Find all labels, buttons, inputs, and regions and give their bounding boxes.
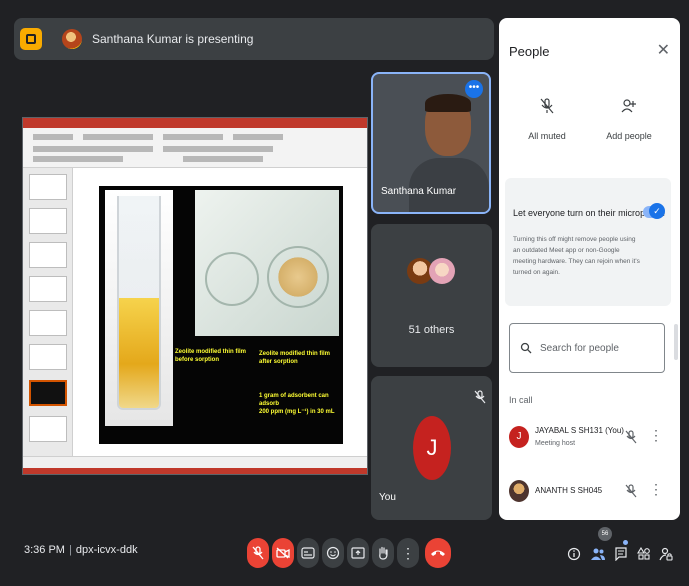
leave-call-button[interactable] bbox=[425, 538, 451, 568]
chat-unread-dot bbox=[623, 540, 628, 545]
more-options-icon[interactable]: ⋮ bbox=[649, 428, 663, 442]
slide-thumbnails bbox=[23, 168, 73, 458]
meeting-details-button[interactable] bbox=[566, 544, 582, 564]
caption-note: 1 gram of adsorbent can adsorb 200 ppm (… bbox=[259, 393, 335, 415]
present-screen-icon bbox=[351, 547, 365, 559]
participant-tile-santhana[interactable]: ••• Santhana Kumar bbox=[371, 72, 491, 214]
panel-title: People bbox=[509, 44, 550, 59]
search-placeholder: Search for people bbox=[540, 342, 619, 354]
info-icon bbox=[567, 547, 581, 561]
mic-off-icon bbox=[474, 390, 486, 404]
present-screen-button[interactable] bbox=[347, 538, 369, 568]
chat-button[interactable] bbox=[613, 544, 629, 564]
petri-dish-photo bbox=[195, 190, 339, 336]
mute-all-button[interactable]: All muted bbox=[517, 98, 577, 141]
mic-off-icon[interactable] bbox=[625, 484, 637, 498]
mic-permission-setting: Let everyone turn on their microphone ✓ … bbox=[505, 178, 671, 306]
panel-scrollbar[interactable] bbox=[674, 324, 678, 360]
more-vert-icon: ⋮ bbox=[401, 544, 415, 561]
presenting-banner: Santhana Kumar is presenting bbox=[14, 18, 494, 60]
people-button[interactable] bbox=[590, 544, 606, 564]
others-count-label: 51 others bbox=[408, 324, 455, 336]
mic-off-icon bbox=[252, 546, 264, 560]
camera-toggle-button[interactable] bbox=[272, 538, 294, 568]
mic-permission-toggle[interactable]: ✓ bbox=[643, 203, 665, 219]
camera-off-icon bbox=[276, 547, 290, 559]
end-call-icon bbox=[431, 550, 445, 556]
search-icon bbox=[520, 342, 532, 354]
in-call-heading: In call bbox=[509, 395, 533, 405]
participant-name: ANANTH S SH045 bbox=[535, 486, 603, 495]
emoji-icon bbox=[326, 546, 340, 560]
presenter-avatar bbox=[62, 29, 82, 49]
captions-button[interactable] bbox=[297, 538, 319, 568]
host-controls-button[interactable] bbox=[658, 544, 674, 564]
people-icon bbox=[591, 548, 605, 560]
caption-after: Zeolite modified thin film after sorptio… bbox=[259, 351, 330, 365]
mic-off-icon bbox=[540, 98, 554, 114]
activities-button[interactable] bbox=[636, 544, 652, 564]
avatar: J bbox=[509, 426, 529, 448]
reactions-button[interactable] bbox=[322, 538, 344, 568]
check-icon: ✓ bbox=[649, 203, 665, 219]
participant-row[interactable]: ANANTH S SH045 ⋮ bbox=[509, 476, 673, 510]
self-avatar: J bbox=[413, 416, 451, 480]
captions-icon bbox=[301, 547, 315, 559]
chat-icon bbox=[615, 547, 627, 561]
all-muted-label: All muted bbox=[528, 131, 566, 141]
participant-name: JAYABAL S SH131 (You) bbox=[535, 426, 624, 435]
self-label: You bbox=[379, 492, 396, 503]
self-tile[interactable]: J You bbox=[371, 376, 492, 520]
participant-count-badge: 56 bbox=[598, 527, 612, 541]
meeting-code[interactable]: dpx-icvx-ddk bbox=[76, 544, 138, 556]
shapes-icon bbox=[637, 547, 650, 560]
meet-window: Santhana Kumar is presenting Zeolite mod… bbox=[4, 4, 685, 582]
others-tile[interactable]: 51 others bbox=[371, 224, 492, 367]
mic-toggle-button[interactable] bbox=[247, 538, 269, 568]
beaker-photo bbox=[105, 190, 173, 426]
participant-role: Meeting host bbox=[535, 440, 576, 447]
separator: | bbox=[68, 544, 72, 556]
raise-hand-button[interactable] bbox=[372, 538, 394, 568]
hand-icon bbox=[379, 546, 388, 560]
present-icon[interactable] bbox=[20, 28, 42, 50]
people-panel: People ✕ All muted Add people Let everyo… bbox=[499, 18, 680, 520]
mic-setting-description: Turning this off might remove people usi… bbox=[513, 236, 640, 276]
avatar bbox=[509, 480, 529, 502]
more-options-button[interactable]: ⋮ bbox=[397, 538, 419, 568]
shared-screen: Zeolite modified thin film before sorpti… bbox=[22, 117, 368, 475]
presenting-text: Santhana Kumar is presenting bbox=[92, 32, 254, 46]
caption-before: Zeolite modified thin film before sorpti… bbox=[175, 349, 246, 363]
close-icon[interactable]: ✕ bbox=[657, 40, 670, 60]
meeting-info: 3:36 PM | dpx-icvx-ddk bbox=[24, 544, 138, 556]
more-options-icon[interactable]: ••• bbox=[465, 80, 483, 98]
more-options-icon[interactable]: ⋮ bbox=[649, 482, 663, 496]
lock-person-icon bbox=[659, 547, 673, 561]
add-people-button[interactable]: Add people bbox=[599, 98, 659, 141]
participant-row[interactable]: J JAYABAL S SH131 (You) Meeting host ⋮ bbox=[509, 422, 673, 456]
mic-off-icon[interactable] bbox=[625, 430, 637, 444]
slide-canvas: Zeolite modified thin film before sorpti… bbox=[99, 186, 343, 444]
people-search-input[interactable]: Search for people bbox=[509, 323, 665, 373]
add-people-label: Add people bbox=[606, 131, 652, 141]
clock-time: 3:36 PM bbox=[24, 544, 65, 556]
app-statusbar bbox=[23, 456, 367, 474]
powerpoint-ribbon bbox=[23, 118, 367, 168]
participant-name: Santhana Kumar bbox=[381, 186, 457, 197]
add-person-icon bbox=[621, 99, 636, 113]
avatar bbox=[429, 258, 455, 284]
